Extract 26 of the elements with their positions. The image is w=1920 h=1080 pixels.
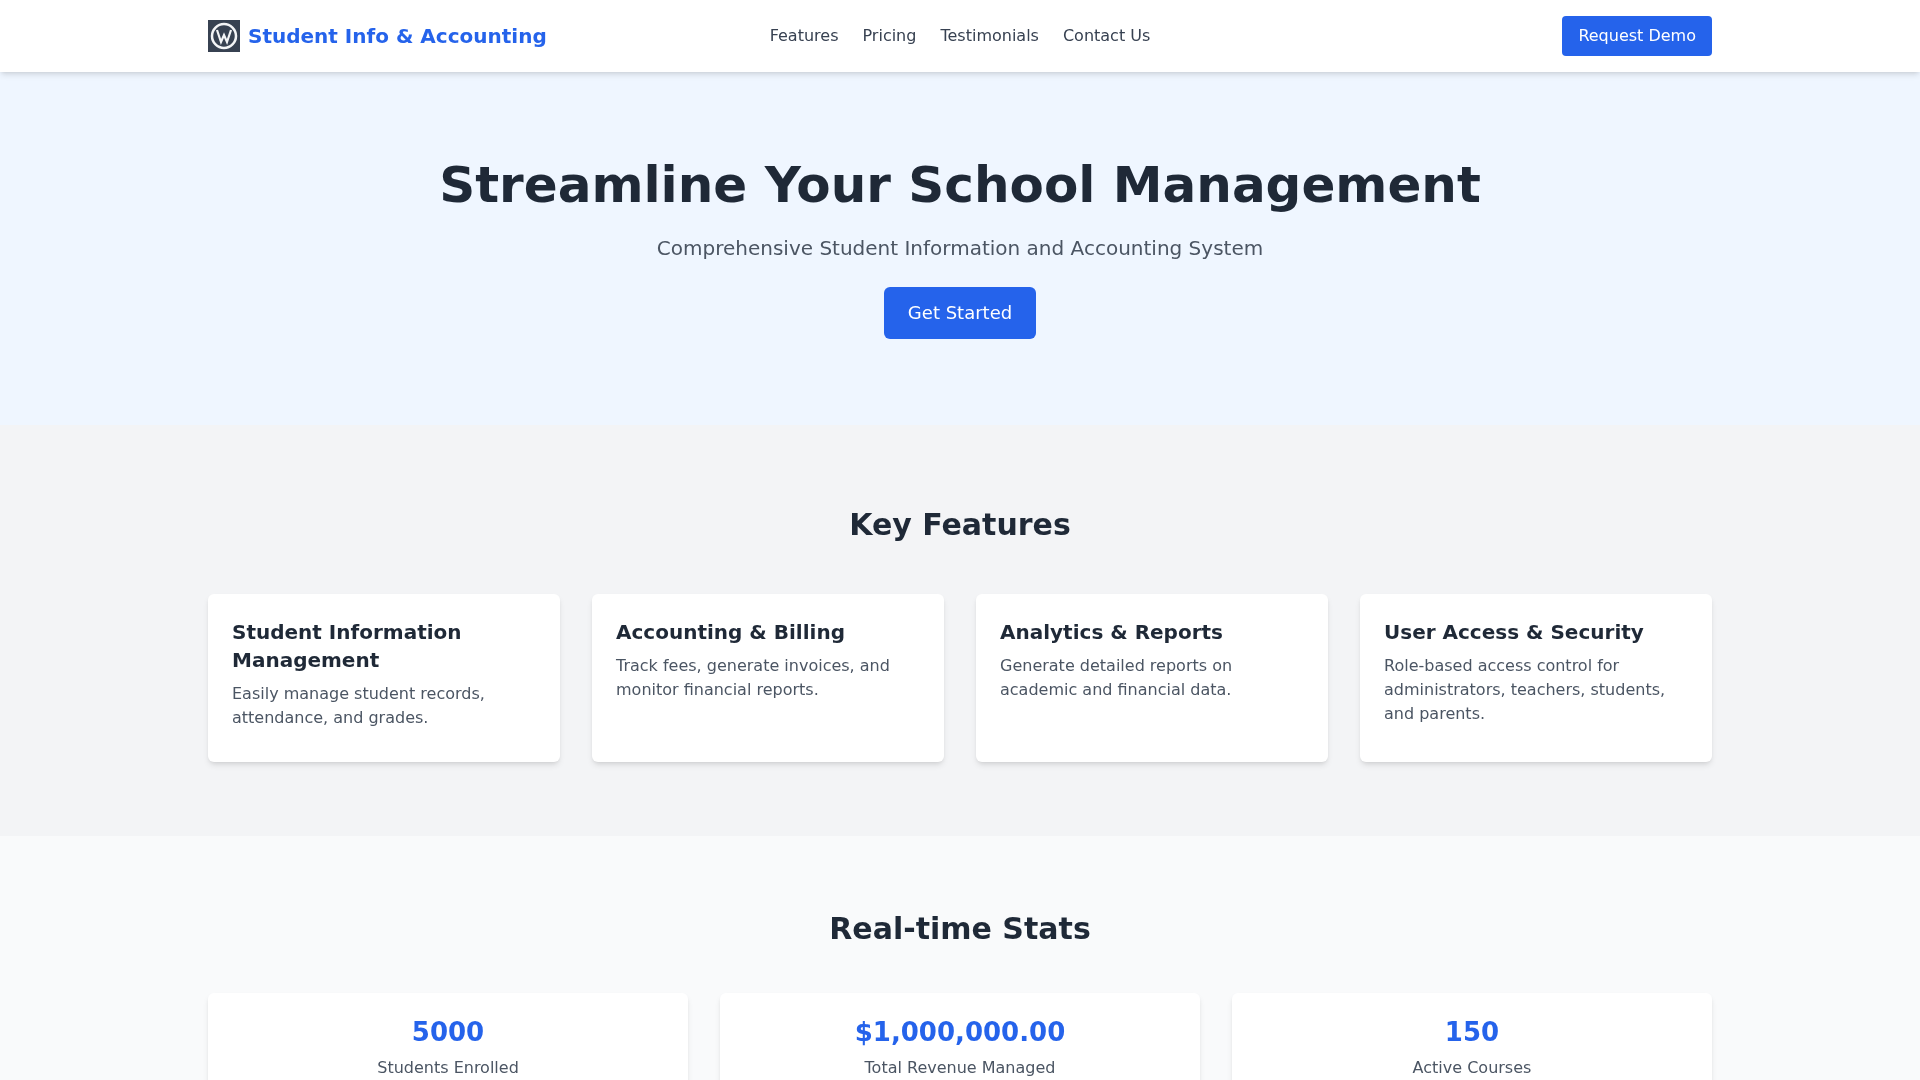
nav-link[interactable]: Testimonials (940, 24, 1039, 48)
request-demo-button[interactable]: Request Demo (1562, 16, 1712, 56)
stat-label: Total Revenue Managed (864, 1057, 1056, 1079)
nav-link[interactable]: Features (769, 24, 839, 48)
get-started-button[interactable]: Get Started (883, 286, 1037, 339)
feature-description: Track fees, generate invoices, and monitor financial reports. (616, 655, 891, 701)
hero-subtitle: Comprehensive Student Information and Accounting System (656, 234, 1264, 262)
feature-description: Easily manage student records, attendance, and grades. (232, 683, 486, 729)
stat-value: 150 (1444, 1016, 1500, 1049)
stat-label: Students Enrolled (377, 1057, 519, 1079)
nav-link[interactable]: Contact Us (1062, 24, 1151, 48)
stats-heading: Real-time Stats (828, 910, 1092, 948)
feature-description: Generate detailed reports on academic and financial data. (1000, 655, 1234, 701)
logo-icon (208, 20, 240, 52)
features-heading: Key Features (848, 506, 1072, 544)
stat-value: $1,000,000.00 (854, 1016, 1066, 1049)
feature-description: Role-based access control for administrators, teachers, students, and parents. (1384, 655, 1667, 725)
feature-title: Student Information Management (232, 619, 463, 674)
feature-title: User Access & Security (1384, 619, 1645, 646)
feature-title: Analytics & Reports (1000, 619, 1224, 646)
brand-name[interactable]: Student Info & Accounting (248, 21, 547, 51)
nav-link[interactable]: Pricing (862, 24, 917, 48)
stat-label: Active Courses (1412, 1057, 1532, 1079)
stat-value: 5000 (411, 1016, 485, 1049)
hero-title: Streamline Your School Management (439, 155, 1481, 216)
feature-title: Accounting & Billing (616, 619, 846, 646)
